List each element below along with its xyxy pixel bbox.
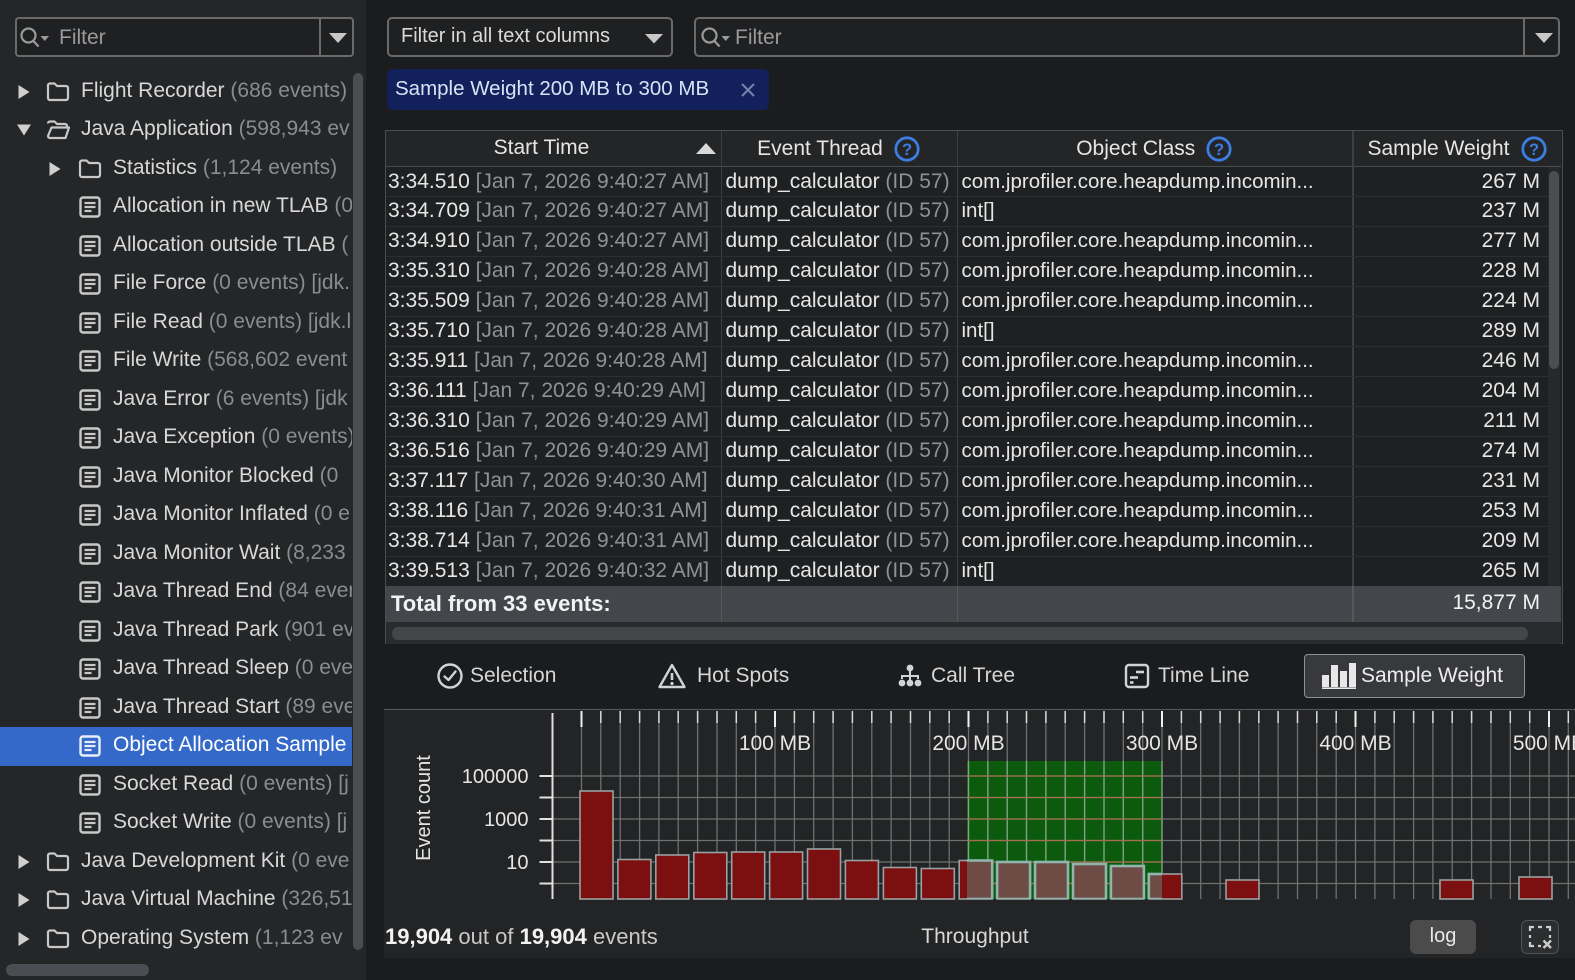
svg-text:300 MB: 300 MB	[1126, 732, 1198, 755]
svg-text:200 MB: 200 MB	[932, 732, 1004, 755]
svg-text:400 MB: 400 MB	[1319, 732, 1391, 755]
svg-text:100 MB: 100 MB	[739, 732, 811, 755]
svg-text:1000: 1000	[484, 809, 529, 831]
svg-text:?: ?	[1528, 141, 1538, 159]
svg-text:?: ?	[1214, 141, 1224, 159]
svg-text:Event count: Event count	[413, 755, 435, 861]
svg-text:?: ?	[902, 141, 912, 159]
svg-text:500 MB: 500 MB	[1513, 732, 1575, 755]
svg-text:100000: 100000	[462, 766, 529, 788]
svg-text:10: 10	[506, 852, 528, 874]
